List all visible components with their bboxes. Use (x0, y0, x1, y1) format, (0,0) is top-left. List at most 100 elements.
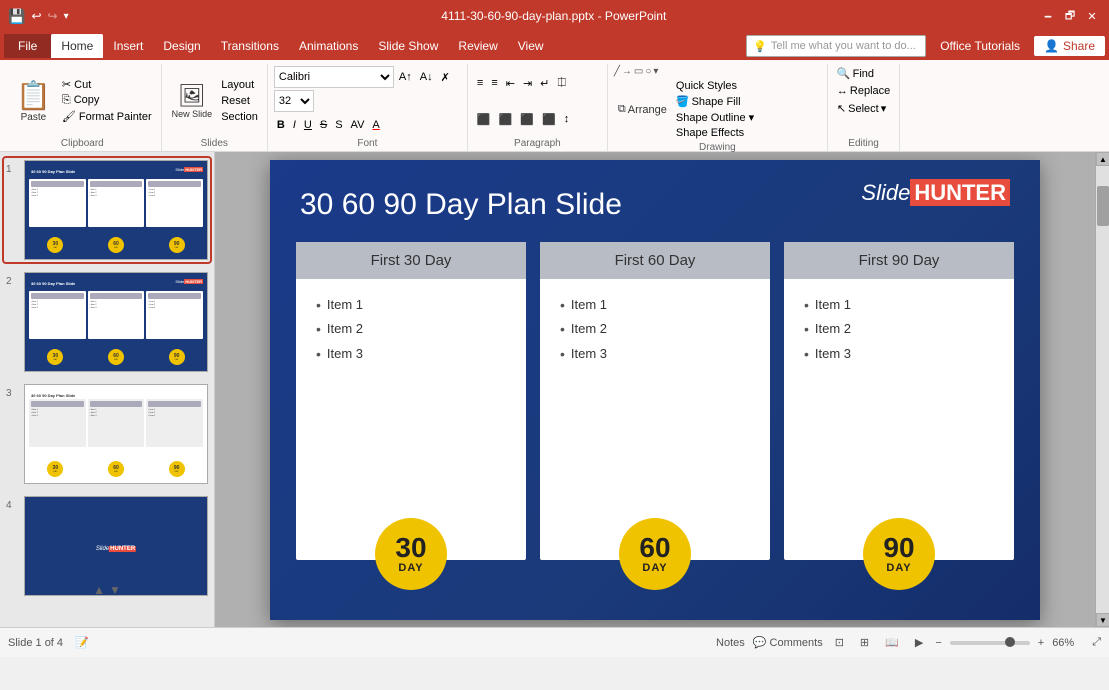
shape-arrow[interactable]: → (622, 66, 632, 77)
indent-dec-button[interactable]: ⇤ (503, 76, 518, 91)
close-button[interactable]: ✕ (1083, 7, 1101, 25)
bold-button[interactable]: B (274, 118, 288, 132)
reset-button[interactable]: Reset (218, 94, 261, 108)
shadow-button[interactable]: S (332, 118, 345, 132)
bullets-button[interactable]: ≡ (474, 76, 486, 90)
notes-icon-small: 📝 (75, 636, 89, 649)
undo-icon[interactable]: ↩ (31, 9, 41, 23)
new-slide-button[interactable]: 🖼 New Slide (168, 66, 217, 136)
replace-icon: ↔ (837, 85, 848, 97)
zoom-level[interactable]: 66% (1052, 637, 1084, 649)
comments-button[interactable]: 💬 Comments (753, 636, 823, 649)
indent-inc-button[interactable]: ⇥ (520, 76, 535, 91)
slide-col-3[interactable]: First 90 Day Item 1 Item 2 Item 3 90 DAY (784, 242, 1014, 560)
scroll-track[interactable] (1096, 166, 1109, 613)
menu-review[interactable]: Review (448, 34, 507, 58)
quick-styles-label: Quick Styles (676, 80, 737, 92)
menu-insert[interactable]: Insert (103, 34, 153, 58)
help-search[interactable]: 💡 Tell me what you want to do... (746, 35, 926, 57)
office-tutorials-link[interactable]: Office Tutorials (930, 35, 1030, 57)
notes-button[interactable]: Notes (716, 637, 745, 649)
shape-line[interactable]: ╱ (614, 66, 620, 77)
align-right-button[interactable]: ⬛ (517, 112, 537, 127)
section-button[interactable]: Section (218, 110, 261, 124)
scroll-down-button[interactable]: ▼ (1096, 613, 1109, 627)
slide-thumb-2[interactable]: 2 30 60 90 Day Plan Slide SlideHUNTER • … (4, 270, 210, 374)
reading-view-button[interactable]: 📖 (881, 634, 903, 651)
badge-60-num: 60 (639, 534, 670, 562)
save-icon[interactable]: 💾 (8, 8, 25, 25)
zoom-plus-button[interactable]: + (1038, 637, 1044, 649)
minimize-button[interactable]: 🗕 (1039, 7, 1057, 25)
col1-header: First 30 Day (296, 242, 526, 279)
find-icon: 🔍 (837, 67, 851, 80)
shape-circle[interactable]: ○ (645, 66, 651, 77)
align-center-button[interactable]: ⬛ (496, 112, 516, 127)
slide-thumb-3[interactable]: 3 30 60 90 Day Plan Slide • Item 1• Item… (4, 382, 210, 486)
restore-button[interactable]: 🗗 (1061, 7, 1079, 25)
slide-col-1[interactable]: First 30 Day Item 1 Item 2 Item 3 30 DAY (296, 242, 526, 560)
slideshow-button[interactable]: ▶ (911, 634, 927, 651)
format-painter-button[interactable]: 🖌 Format Painter (59, 109, 155, 124)
layout-button[interactable]: Layout (218, 78, 261, 92)
scroll-down-btn[interactable]: ▼ (109, 583, 121, 597)
menu-slideshow[interactable]: Slide Show (368, 34, 448, 58)
normal-view-button[interactable]: ⊡ (831, 634, 848, 651)
justify-button[interactable]: ⬛ (539, 112, 559, 127)
shape-fill-button[interactable]: 🪣 Shape Fill (673, 94, 757, 109)
copy-button[interactable]: ⎘ Copy (59, 93, 155, 108)
strikethrough-button[interactable]: S (317, 118, 330, 132)
col1-item3: Item 3 (316, 346, 506, 363)
zoom-slider[interactable] (950, 641, 1030, 645)
shape-rect[interactable]: ▭ (634, 66, 643, 77)
menu-file[interactable]: File (4, 34, 51, 58)
slide-thumb-1[interactable]: 1 30 60 90 Day Plan Slide SlideHUNTER • … (4, 158, 210, 262)
line-spacing-button[interactable]: ↕ (561, 112, 573, 126)
zoom-minus-button[interactable]: − (935, 637, 941, 649)
more-shapes[interactable]: ▾ (653, 66, 658, 77)
rtl-button[interactable]: ↵ (537, 76, 552, 91)
find-button[interactable]: 🔍 Find (834, 66, 893, 81)
status-bar: Slide 1 of 4 📝 Notes 💬 Comments ⊡ ⊞ 📖 ▶ … (0, 627, 1109, 657)
clipboard-big: 📋 Paste ✂ Cut ⎘ Copy 🖌 Format Painter (10, 77, 155, 125)
select-button[interactable]: ↖ Select ▾ (834, 101, 893, 116)
vertical-scrollbar[interactable]: ▲ ▼ (1095, 152, 1109, 627)
customize-icon[interactable]: ▾ (64, 11, 69, 22)
font-size-select[interactable]: 32 (274, 90, 314, 112)
menu-view[interactable]: View (508, 34, 554, 58)
cut-button[interactable]: ✂ Cut (59, 77, 155, 92)
menu-animations[interactable]: Animations (289, 34, 368, 58)
shape-fill-icon: 🪣 (676, 95, 690, 108)
main-slide[interactable]: 30 60 90 Day Plan Slide SlideHUNTER Firs… (270, 160, 1040, 620)
redo-icon[interactable]: ↪ (48, 9, 58, 23)
grow-icon[interactable]: A↑ (396, 70, 415, 84)
menu-home[interactable]: Home (51, 34, 103, 58)
italic-button[interactable]: I (290, 118, 299, 132)
scroll-thumb[interactable] (1097, 186, 1109, 226)
clear-format-icon[interactable]: ✗ (438, 70, 453, 85)
ribbon-slides-group: 🖼 New Slide Layout Reset Section Slides (162, 64, 268, 151)
numbered-button[interactable]: ≡ (488, 76, 500, 90)
quick-styles-button[interactable]: Quick Styles (673, 79, 757, 93)
share-button[interactable]: 👤 Share (1034, 36, 1105, 56)
slide-sorter-button[interactable]: ⊞ (856, 634, 873, 651)
paste-button[interactable]: 📋 Paste (10, 77, 57, 125)
columns-button[interactable]: ⎅ (554, 76, 569, 91)
slides-sub: Layout Reset Section (218, 78, 261, 124)
arrange-button[interactable]: ⧉ Arrange (614, 79, 671, 140)
shrink-icon[interactable]: A↓ (417, 70, 436, 84)
replace-button[interactable]: ↔ Replace (834, 84, 893, 98)
menu-transitions[interactable]: Transitions (211, 34, 289, 58)
font-family-select[interactable]: Calibri (274, 66, 394, 88)
shape-outline-button[interactable]: Shape Outline ▾ (673, 110, 757, 125)
font-color-button[interactable]: A (369, 118, 382, 132)
shape-effects-button[interactable]: Shape Effects (673, 126, 757, 140)
slide-col-2[interactable]: First 60 Day Item 1 Item 2 Item 3 60 DAY (540, 242, 770, 560)
scroll-up-button[interactable]: ▲ (1096, 152, 1109, 166)
fit-to-window-button[interactable]: ⤢ (1092, 636, 1101, 649)
menu-design[interactable]: Design (153, 34, 210, 58)
align-left-button[interactable]: ⬛ (474, 112, 494, 127)
scroll-up-btn[interactable]: ▲ (93, 583, 105, 597)
underline-button[interactable]: U (301, 118, 315, 132)
char-spacing-button[interactable]: AV (348, 118, 368, 132)
